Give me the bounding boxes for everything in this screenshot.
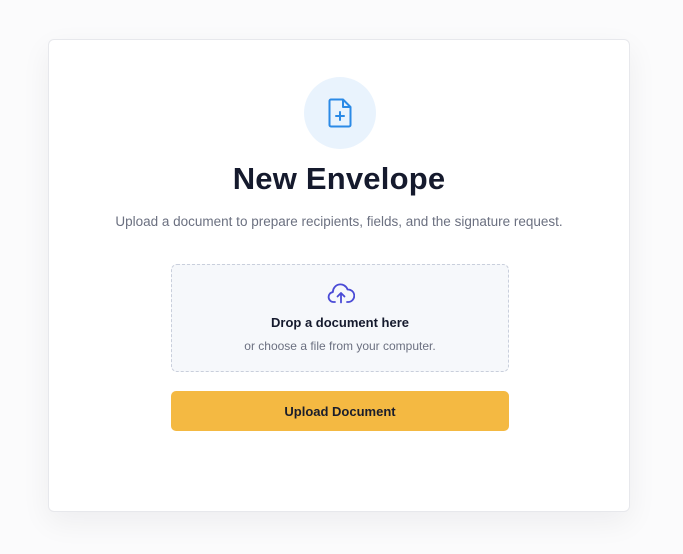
dropzone-title: Drop a document here	[271, 315, 409, 330]
document-icon-badge	[304, 77, 376, 149]
upload-document-button[interactable]: Upload Document	[171, 391, 509, 431]
cloud-upload-icon	[327, 283, 355, 304]
dropzone-subtitle: or choose a file from your computer.	[244, 339, 436, 353]
file-dropzone[interactable]: Drop a document here or choose a file fr…	[171, 264, 509, 372]
new-envelope-card: New Envelope Upload a document to prepar…	[48, 39, 630, 512]
page-title: New Envelope	[232, 161, 446, 196]
page-subtitle: Upload a document to prepare recipients,…	[115, 214, 563, 229]
file-plus-icon	[328, 98, 352, 128]
